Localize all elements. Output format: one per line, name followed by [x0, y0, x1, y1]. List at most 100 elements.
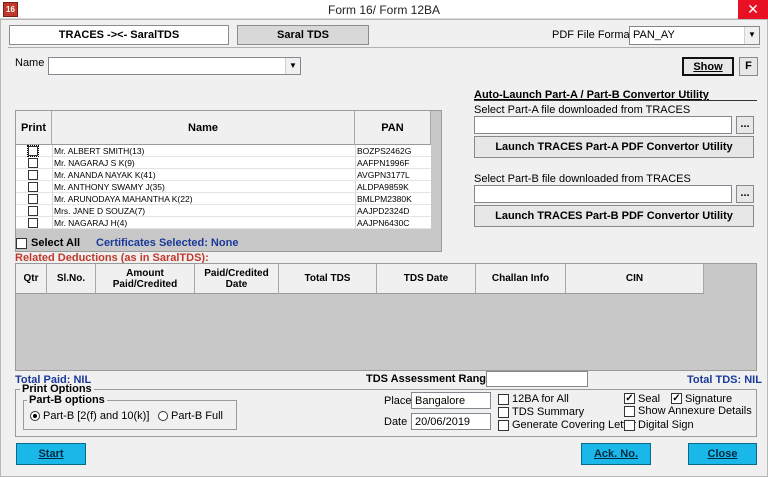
print-checkbox[interactable]	[28, 182, 38, 192]
grid-body: Mr. ALBERT SMITH(13) BOZPS2462G Mr. NAGAR…	[16, 145, 431, 229]
col-total-tds: Total TDS	[279, 264, 377, 294]
form16-window: TRACES -><- SaralTDS Saral TDS PDF File …	[0, 19, 768, 477]
close-button[interactable]: Close	[688, 443, 757, 465]
row-name: Mr. NAGARAJ H(4)	[54, 218, 128, 228]
assessment-range-label: TDS Assessment Range	[366, 373, 493, 385]
signature-checkbox[interactable]: ✓	[671, 393, 682, 404]
name-label: Name	[15, 57, 45, 69]
covering-letter-label: Generate Covering Letter	[512, 419, 637, 431]
print-checkbox[interactable]	[28, 158, 38, 168]
covering-letter-checkbox[interactable]	[498, 420, 509, 431]
print-checkbox[interactable]	[28, 170, 38, 180]
partb-options-title: Part-B options	[27, 394, 107, 406]
annexure-label: Show Annexure Details	[638, 405, 752, 417]
title-bar: 16 Form 16/ Form 12BA ✕	[0, 0, 768, 19]
grid-header: Print Name PAN	[16, 111, 431, 145]
row-name: Mr. ANTHONY SWAMY J(35)	[54, 182, 165, 192]
show-button[interactable]: Show	[682, 57, 734, 76]
place-input[interactable]: Bangalore	[411, 392, 491, 409]
part-a-label: Select Part-A file downloaded from TRACE…	[474, 104, 691, 116]
tds-summary-label: TDS Summary	[512, 406, 585, 418]
print-checkbox[interactable]	[28, 218, 38, 228]
col-challan-info: Challan Info	[476, 264, 566, 294]
row-name: Mr. ARUNODAYA MAHANTHA K(22)	[54, 194, 193, 204]
browse-part-b-button[interactable]: ...	[736, 185, 754, 203]
chevron-down-icon[interactable]: ▼	[744, 27, 759, 44]
col-tds-date: TDS Date	[377, 264, 476, 294]
name-select[interactable]: ▼	[48, 57, 301, 75]
annexure-checkbox[interactable]	[624, 406, 635, 417]
table-row[interactable]: Mrs. JANE D SOUZA(7) AAJPD2324D	[16, 205, 431, 217]
row-pan: AAJPD2324D	[357, 206, 410, 216]
tds-summary-checkbox[interactable]	[498, 407, 509, 418]
divider	[8, 47, 760, 48]
certificates-selected-text: Certificates Selected: None	[96, 237, 239, 249]
select-all-label: Select All	[31, 237, 81, 249]
deductions-grid: Qtr Sl.No. Amount Paid/Credited Paid/Cre…	[15, 263, 757, 371]
row-name: Mr. ALBERT SMITH(13)	[54, 146, 145, 156]
table-row[interactable]: Mr. ANTHONY SWAMY J(35) ALDPA9859K	[16, 181, 431, 193]
radio-partb-full-label: Part-B Full	[171, 410, 223, 422]
col-print: Print	[16, 111, 52, 145]
window-close-icon[interactable]: ✕	[738, 0, 768, 19]
print-checkbox[interactable]	[28, 194, 38, 204]
row-pan: BOZPS2462G	[357, 146, 412, 156]
employee-grid: Print Name PAN Mr. ALBERT SMITH(13) BOZPS…	[15, 110, 442, 252]
date-label: Date	[384, 416, 408, 428]
date-input[interactable]: 20/06/2019	[411, 413, 491, 430]
total-tds-text: Total TDS: NIL	[687, 374, 762, 386]
row-pan: ALDPA9859K	[357, 182, 409, 192]
divider	[474, 100, 757, 101]
radio-partb-2f[interactable]	[30, 411, 40, 421]
col-amount: Amount Paid/Credited	[96, 264, 195, 294]
12ba-label: 12BA for All	[512, 393, 569, 405]
seal-label: Seal	[638, 393, 661, 405]
table-row[interactable]: Mr. ARUNODAYA MAHANTHA K(22) BMLPM2380K	[16, 193, 431, 205]
f-button[interactable]: F	[739, 57, 758, 76]
tab-traces[interactable]: TRACES -><- SaralTDS	[9, 25, 229, 45]
part-b-label: Select Part-B file downloaded from TRACE…	[474, 173, 691, 185]
print-checkbox[interactable]	[27, 145, 39, 157]
radio-partb-full[interactable]	[158, 411, 168, 421]
col-name: Name	[52, 111, 355, 145]
chevron-down-icon[interactable]: ▼	[285, 58, 300, 74]
col-pan: PAN	[355, 111, 431, 145]
col-paid-date: Paid/Credited Date	[195, 264, 279, 294]
browse-part-a-button[interactable]: ...	[736, 116, 754, 134]
pdf-format-value: PAN_AY	[633, 29, 675, 41]
launch-part-b-button[interactable]: Launch TRACES Part-B PDF Convertor Utili…	[474, 205, 754, 227]
seal-checkbox[interactable]: ✓	[624, 393, 635, 404]
row-name: Mr. NAGARAJ S K(9)	[54, 158, 135, 168]
table-row[interactable]: Mr. NAGARAJ H(4) AAJPN6430C	[16, 217, 431, 229]
select-all-checkbox[interactable]	[16, 238, 27, 249]
part-a-file-input[interactable]	[474, 116, 732, 134]
pdf-format-label: PDF File Format	[552, 29, 633, 41]
table-row[interactable]: Mr. ANANDA NAYAK K(41) AVGPN3177L	[16, 169, 431, 181]
col-qtr: Qtr	[16, 264, 47, 294]
launch-part-a-button[interactable]: Launch TRACES Part-A PDF Convertor Utili…	[474, 136, 754, 158]
row-name: Mr. ANANDA NAYAK K(41)	[54, 170, 156, 180]
col-slno: Sl.No.	[47, 264, 96, 294]
start-button[interactable]: Start	[16, 443, 86, 465]
date-value: 20/06/2019	[415, 416, 471, 428]
part-b-file-input[interactable]	[474, 185, 732, 203]
signature-label: Signature	[685, 393, 733, 405]
ack-no-button[interactable]: Ack. No.	[581, 443, 651, 465]
window-title: Form 16/ Form 12BA	[327, 3, 441, 17]
row-pan: AVGPN3177L	[357, 170, 410, 180]
row-pan: AAJPN6430C	[357, 218, 410, 228]
print-checkbox[interactable]	[28, 206, 38, 216]
col-cin: CIN	[566, 264, 704, 294]
tab-saral-tds[interactable]: Saral TDS	[237, 25, 369, 45]
table-row[interactable]: Mr. ALBERT SMITH(13) BOZPS2462G	[16, 145, 431, 157]
place-label: Place	[384, 395, 412, 407]
digital-sign-checkbox[interactable]	[624, 420, 635, 431]
row-name: Mrs. JANE D SOUZA(7)	[54, 206, 146, 216]
assessment-range-input[interactable]	[486, 371, 588, 387]
pdf-format-select[interactable]: PAN_AY ▼	[629, 26, 760, 45]
12ba-checkbox[interactable]	[498, 394, 509, 405]
table-row[interactable]: Mr. NAGARAJ S K(9) AAFPN1996F	[16, 157, 431, 169]
row-pan: AAFPN1996F	[357, 158, 410, 168]
row-pan: BMLPM2380K	[357, 194, 412, 204]
radio-partb-2f-label: Part-B [2(f) and 10(k)]	[43, 410, 150, 422]
